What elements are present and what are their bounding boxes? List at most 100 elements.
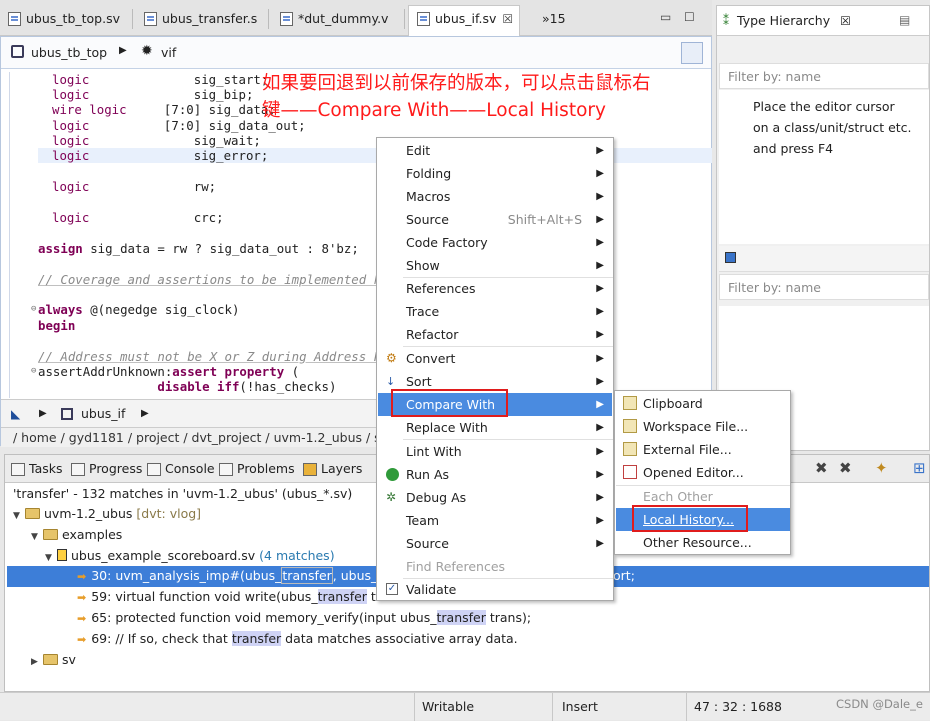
submenu-external-file[interactable]: External File...: [616, 438, 790, 461]
clipboard-icon: [623, 396, 637, 410]
filter-input[interactable]: Filter by: name: [719, 63, 929, 89]
tab-separator: [404, 9, 405, 29]
tab-layers[interactable]: Layers: [301, 461, 362, 476]
chevron-right-icon: ▶: [596, 168, 604, 179]
module-icon: [61, 408, 73, 420]
menu-item-convert[interactable]: ⚙ Convert ▶: [378, 347, 612, 370]
tab-progress[interactable]: Progress: [69, 461, 142, 476]
pin-icon[interactable]: ✦: [875, 459, 888, 477]
type-hierarchy-view: ⁑ Type Hierarchy ☒ ▤ Filter by: name Pla…: [716, 5, 930, 451]
tasks-icon: [11, 463, 25, 476]
new-search-icon[interactable]: ⊞: [913, 459, 926, 477]
gear-icon: ✹: [141, 43, 153, 59]
tree-project[interactable]: ▼ uvm-1.2_ubus [dvt: vlog]: [13, 504, 201, 525]
tree-folder[interactable]: ▼ examples: [31, 525, 122, 546]
debug-icon: ✲: [386, 490, 397, 504]
menu-item-trace[interactable]: Trace ▶: [378, 300, 612, 323]
code-line: disable iff(!has_checks): [157, 379, 337, 394]
annotation-line1: 如果要回退到以前保存的版本，可以点击鼠标右: [262, 73, 651, 94]
tree-folder-sv[interactable]: ▶ sv: [31, 650, 76, 671]
chevron-right-icon: ▶: [596, 260, 604, 271]
code-line: logic sig_bip;: [52, 87, 254, 102]
tab-ubus-tb-top[interactable]: ubus_tb_top.sv: [0, 6, 126, 34]
view-menu-icon[interactable]: ▤: [899, 13, 910, 27]
menu-item-macros[interactable]: Macros ▶: [378, 185, 612, 208]
close-icon[interactable]: ☒: [840, 14, 851, 28]
module-icon: [11, 45, 24, 58]
members-icon[interactable]: [725, 252, 736, 263]
hint-line: and press F4: [753, 141, 834, 156]
highlight-compare-with: [391, 389, 508, 417]
tab-overflow[interactable]: »15: [516, 6, 572, 34]
chevron-right-icon: ▶: [596, 145, 604, 156]
tab-dut-dummy[interactable]: *dut_dummy.v: [272, 6, 394, 34]
menu-item-find-references: Find References: [406, 559, 506, 574]
tab-tasks[interactable]: Tasks: [9, 461, 63, 476]
menu-item-team[interactable]: Team ▶: [378, 509, 612, 532]
file-icon: [417, 12, 430, 26]
menu-item-folding[interactable]: Folding ▶: [378, 162, 612, 185]
search-result[interactable]: ➡ 59: virtual function void write(ubus_tr…: [77, 587, 397, 608]
menu-item-code-factory[interactable]: Code Factory ▶: [378, 231, 612, 254]
chevron-right-icon: ▶: [596, 283, 604, 294]
remove-all-icon[interactable]: ✖: [839, 459, 852, 477]
search-result[interactable]: ➡ 69: // If so, check that transfer data …: [77, 629, 518, 650]
tab-ubus-transfer[interactable]: ubus_transfer.s: [136, 6, 263, 34]
tab-label: ubus_transfer.s: [162, 11, 258, 26]
expand-icon: ▼: [13, 511, 20, 521]
chevron-right-icon: ▶: [596, 237, 604, 248]
status-writable: Writable: [422, 699, 475, 714]
search-result[interactable]: ➡ 65: protected function void memory_veri…: [77, 608, 531, 629]
opened-editor-icon: [623, 465, 637, 479]
close-icon[interactable]: ☒: [502, 12, 513, 26]
tree-file[interactable]: ▼ ubus_example_scoreboard.sv (4 matches): [45, 546, 335, 567]
submenu-clipboard[interactable]: Clipboard: [616, 392, 790, 415]
tab-console[interactable]: Console: [145, 461, 215, 476]
code-line: begin: [38, 318, 76, 333]
hierarchy-toggle-icon[interactable]: [681, 42, 703, 64]
chevron-right-icon: ▶: [596, 191, 604, 202]
run-icon: [386, 468, 399, 481]
menu-item-run-as[interactable]: Run As ▶: [378, 463, 612, 486]
fold-icon: ⊖: [31, 304, 37, 314]
file-icon: [144, 12, 157, 26]
code-line: assign sig_data = rw ? sig_data_out : 8'…: [38, 241, 359, 256]
tab-overflow-label: »15: [542, 11, 566, 26]
chevron-right-icon: ▶: [596, 399, 604, 410]
menu-item-show[interactable]: Show ▶: [378, 254, 612, 277]
chevron-right-icon: ▶: [119, 45, 127, 56]
chevron-right-icon: ▶: [596, 538, 604, 549]
submenu-opened-editor[interactable]: Opened Editor...: [616, 461, 790, 484]
sort-icon: ↓: [386, 375, 396, 388]
menu-item-debug-as[interactable]: ✲ Debug As ▶: [378, 486, 612, 509]
minimize-icon[interactable]: ▭: [660, 10, 671, 24]
type-hierarchy-title: Type Hierarchy: [737, 13, 831, 28]
menu-item-lint-with[interactable]: Lint With ▶: [378, 440, 612, 463]
maximize-icon[interactable]: ☐: [684, 10, 695, 24]
chevron-right-icon: ▶: [596, 376, 604, 387]
chevron-right-icon: ▶: [596, 306, 604, 317]
menu-item-source[interactable]: Source Shift+Alt+S ▶: [378, 208, 612, 231]
menu-item-refactor[interactable]: Refactor ▶: [378, 323, 612, 346]
menu-item-replace-with[interactable]: Replace With ▶: [378, 416, 612, 439]
breadcrumb-file[interactable]: ubus_tb_top: [31, 45, 107, 60]
submenu-other-resource[interactable]: Other Resource...: [616, 531, 790, 554]
menu-item-edit[interactable]: Edit ▶: [378, 139, 612, 162]
breadcrumb-item[interactable]: vif: [161, 45, 176, 60]
tab-ubus-if[interactable]: ubus_if.sv ☒: [408, 5, 521, 36]
chevron-right-icon: ▶: [141, 408, 149, 419]
filter-input-2[interactable]: Filter by: name: [719, 274, 929, 300]
tab-label: ubus_tb_top.sv: [26, 11, 120, 26]
tab-problems[interactable]: Problems: [217, 461, 295, 476]
external-file-icon: [623, 442, 637, 456]
menu-item-validate[interactable]: ✓ Validate: [378, 578, 612, 601]
menu-item-source-2[interactable]: Source ▶: [378, 532, 612, 555]
remove-match-icon[interactable]: ✖: [815, 459, 828, 477]
hierarchy-icon: ⁑: [723, 14, 729, 28]
type-hierarchy-header: ⁑ Type Hierarchy ☒ ▤: [717, 6, 929, 36]
submenu-workspace-file[interactable]: Workspace File...: [616, 415, 790, 438]
code-comment: // Coverage and assertions to be impleme…: [38, 272, 389, 287]
match-arrow-icon: ➡: [77, 570, 87, 583]
outline-crumb[interactable]: ubus_if: [81, 406, 125, 421]
menu-item-references[interactable]: References ▶: [378, 277, 612, 300]
